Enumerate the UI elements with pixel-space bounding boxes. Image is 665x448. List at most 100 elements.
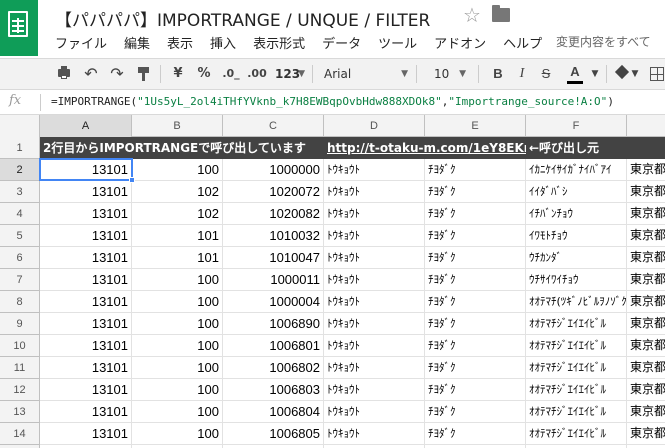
cell-g[interactable]: 東京都 [627,291,665,313]
row-header[interactable]: 4 [0,203,40,225]
cell-e[interactable]: ﾁﾖﾀﾞｸ [425,357,526,379]
cell-c[interactable]: 1000011 [223,269,324,291]
cell-a[interactable]: 13101 [40,379,132,401]
cell-g[interactable]: 東京都 [627,379,665,401]
row-header[interactable]: 6 [0,247,40,269]
cell-d[interactable]: ﾄｳｷｮｳﾄ [324,423,425,445]
cell-e[interactable]: ﾁﾖﾀﾞｸ [425,247,526,269]
cell-c[interactable]: 1006801 [223,335,324,357]
cell-b[interactable]: 100 [132,379,223,401]
currency-button[interactable]: ¥ [170,59,186,89]
cell-e[interactable]: ﾁﾖﾀﾞｸ [425,291,526,313]
row-header[interactable]: 3 [0,181,40,203]
menu-help[interactable]: ヘルプ [503,37,542,52]
column-header-e[interactable]: E [425,115,526,137]
column-header-g[interactable] [627,115,665,137]
column-header-b[interactable]: B [132,115,223,137]
cell-a[interactable]: 13101 [40,159,132,181]
row-header[interactable]: 10 [0,335,40,357]
bold-button[interactable]: B [490,59,506,89]
cell-e[interactable]: ﾁﾖﾀﾞｸ [425,203,526,225]
cell-g[interactable]: 東京都 [627,335,665,357]
cell-b[interactable]: 100 [132,269,223,291]
cell-g[interactable]: 東京都 [627,225,665,247]
cell-f[interactable]: ｲｲﾀﾞﾊﾞｼ [526,181,627,203]
cell-e[interactable]: ﾁﾖﾀﾞｸ [425,423,526,445]
source-link-cell[interactable]: http://t-otaku-m.com/1eY8EKn [324,137,526,159]
cell-c[interactable]: 1006802 [223,357,324,379]
cell-c[interactable]: 1010047 [223,247,324,269]
more-formats-dropdown[interactable]: 123 ▼ [271,63,307,85]
cell-e[interactable]: ﾁﾖﾀﾞｸ [425,181,526,203]
menu-insert[interactable]: 挿入 [210,37,236,52]
cell-g[interactable]: 東京都 [627,423,665,445]
row-header[interactable]: 14 [0,423,40,445]
formula-input[interactable]: =IMPORTRANGE("1Us5yL_2ol4iTHfYVknb_k7H8E… [51,95,614,108]
cell-c[interactable]: 1006804 [223,401,324,423]
cell-f[interactable]: ｲﾁﾊﾞﾝﾁｮｳ [526,203,627,225]
chevron-down-icon[interactable]: ▼ [630,59,640,89]
cell-d[interactable]: ﾄｳｷｮｳﾄ [324,313,425,335]
print-icon[interactable] [56,59,74,89]
cell-d[interactable]: ﾄｳｷｮｳﾄ [324,225,425,247]
cell-e[interactable]: ﾁﾖﾀﾞｸ [425,379,526,401]
cell-b[interactable]: 100 [132,291,223,313]
cell-c[interactable]: 1010032 [223,225,324,247]
cell-e[interactable]: ﾁﾖﾀﾞｸ [425,335,526,357]
cell-b[interactable]: 100 [132,357,223,379]
cell-b[interactable]: 102 [132,181,223,203]
column-header-f[interactable]: F [526,115,627,137]
row-header[interactable]: 7 [0,269,40,291]
cell-d[interactable]: ﾄｳｷｮｳﾄ [324,181,425,203]
column-header-d[interactable]: D [324,115,425,137]
cell-b[interactable]: 100 [132,401,223,423]
menu-data[interactable]: データ [322,37,361,52]
cell-e[interactable]: ﾁﾖﾀﾞｸ [425,313,526,335]
cell-a[interactable]: 13101 [40,313,132,335]
undo-icon[interactable]: ↶ [82,59,100,89]
row-header[interactable]: 1 [0,137,40,159]
menu-file[interactable]: ファイル [55,37,107,52]
cell-b[interactable]: 100 [132,423,223,445]
cell-g[interactable]: 東京都 [627,247,665,269]
cell-b[interactable]: 100 [132,335,223,357]
strikethrough-button[interactable]: S [538,59,554,89]
decrease-decimal-button[interactable]: .0_ [220,59,242,89]
cell-d[interactable]: ﾄｳｷｮｳﾄ [324,379,425,401]
chevron-down-icon[interactable]: ▼ [590,59,600,89]
percent-button[interactable]: % [196,59,212,89]
cell-b[interactable]: 101 [132,247,223,269]
cell-b[interactable]: 102 [132,203,223,225]
cell-g[interactable]: 東京都 [627,203,665,225]
cell-g[interactable]: 東京都 [627,313,665,335]
cell-f[interactable]: ｳﾁｶﾝﾀﾞ [526,247,627,269]
cell-f[interactable]: ｵｵﾃﾏﾁｼﾞｴｲｴｲﾋﾞﾙ [526,379,627,401]
cell-e[interactable]: ﾁﾖﾀﾞｸ [425,269,526,291]
last-edit-status[interactable]: 変更内容をすべて [556,33,651,50]
spreadsheet-grid[interactable]: A B C D E F 1 2行目からIMPORTRANGEで呼び出しています … [0,115,665,448]
cell-g[interactable]: 東京都 [627,401,665,423]
cell-a[interactable]: 13101 [40,203,132,225]
cell-a[interactable]: 13101 [40,247,132,269]
cell-f[interactable]: ｲﾜﾓﾄﾁｮｳ [526,225,627,247]
cell-f[interactable]: ｲｶﾆｹｲｻｲｶﾞﾅｲﾊﾞｱｲ [526,159,627,181]
column-header-c[interactable]: C [223,115,324,137]
cell-g[interactable]: 東京都 [627,269,665,291]
cell-a[interactable]: 13101 [40,423,132,445]
cell-f[interactable]: ｵｵﾃﾏﾁ(ﾂｷﾞﾉﾋﾞﾙｦﾉｿﾞｸ) [526,291,627,313]
cell-a[interactable]: 13101 [40,269,132,291]
cell-f[interactable]: ｵｵﾃﾏﾁｼﾞｴｲｴｲﾋﾞﾙ [526,357,627,379]
cell-c[interactable]: 1006890 [223,313,324,335]
cell-f[interactable]: ｵｵﾃﾏﾁｼﾞｴｲｴｲﾋﾞﾙ [526,313,627,335]
cell-c[interactable]: 1020082 [223,203,324,225]
menu-addons[interactable]: アドオン [434,37,486,52]
cell-g[interactable]: 東京都 [627,181,665,203]
cell-c[interactable]: 1000004 [223,291,324,313]
menu-format[interactable]: 表示形式 [253,37,305,52]
redo-icon[interactable]: ↷ [108,59,126,89]
cell-f[interactable]: ｵｵﾃﾏﾁｼﾞｴｲｴｲﾋﾞﾙ [526,401,627,423]
row-header[interactable]: 2 [0,159,40,181]
source-note-cell[interactable]: ←呼び出し元 [526,137,665,159]
cell-c[interactable]: 1006805 [223,423,324,445]
cell-g[interactable]: 東京都 [627,357,665,379]
